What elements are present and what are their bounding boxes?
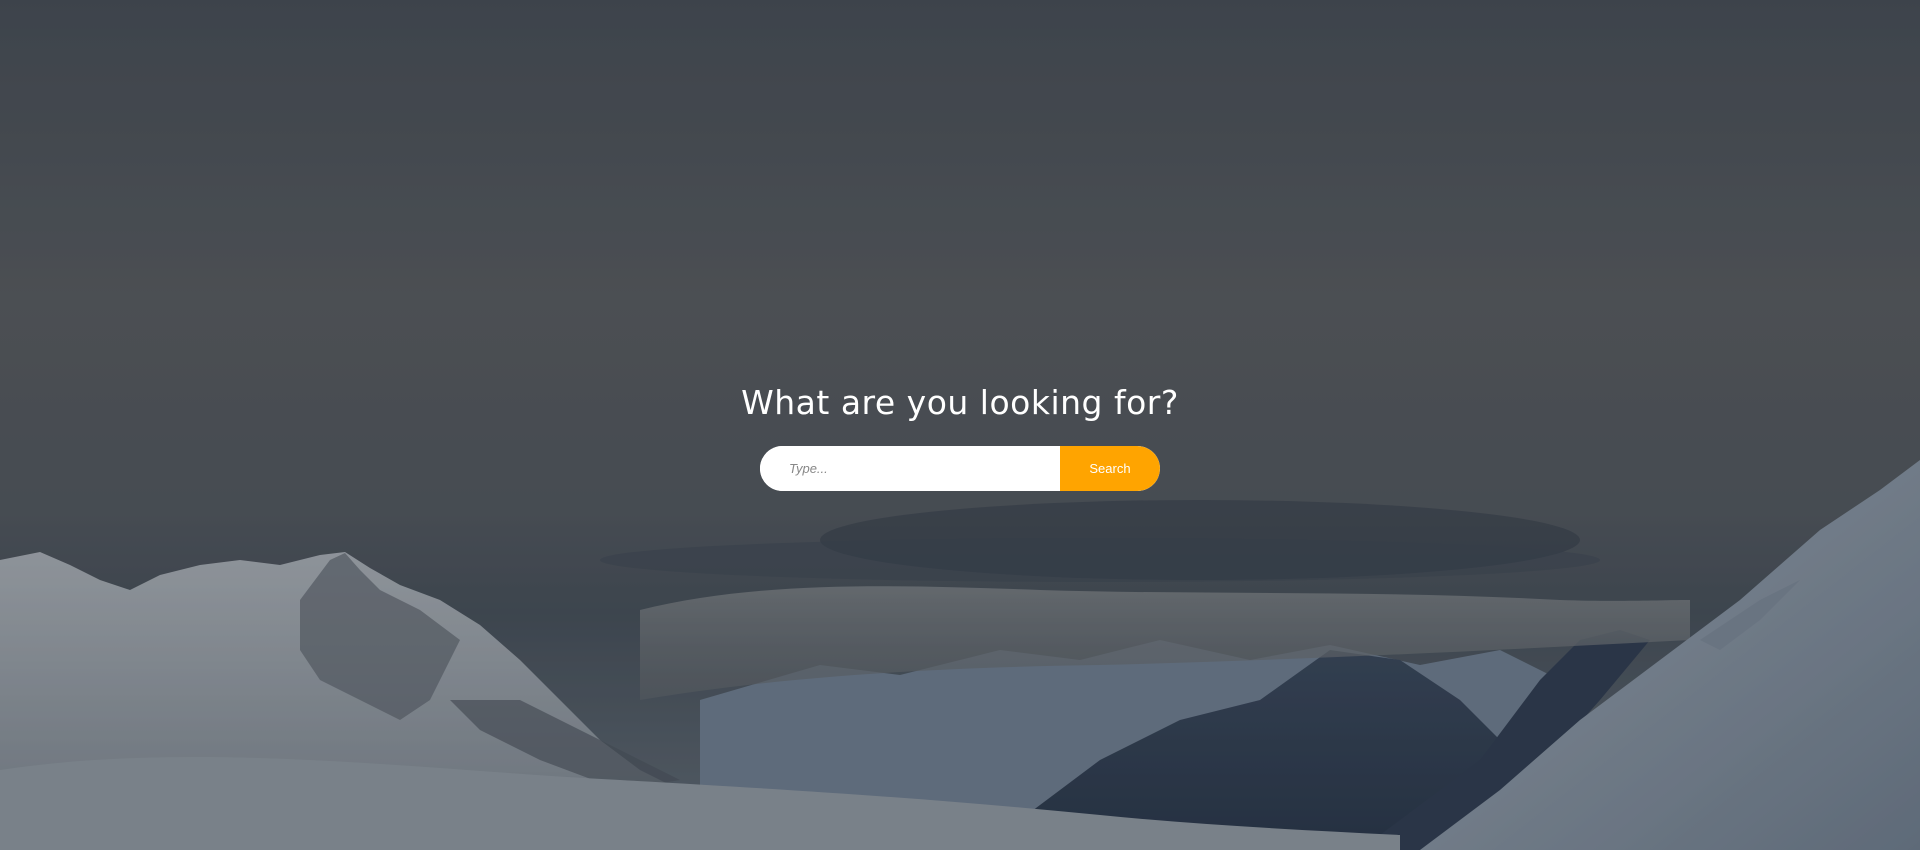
- search-section: What are you looking for? Search: [0, 380, 1920, 491]
- search-input[interactable]: [760, 446, 1060, 491]
- search-button[interactable]: Search: [1060, 446, 1160, 491]
- hero-section: What are you looking for? Search: [0, 0, 1920, 850]
- search-form: Search: [760, 446, 1160, 491]
- page-title: What are you looking for?: [741, 383, 1179, 422]
